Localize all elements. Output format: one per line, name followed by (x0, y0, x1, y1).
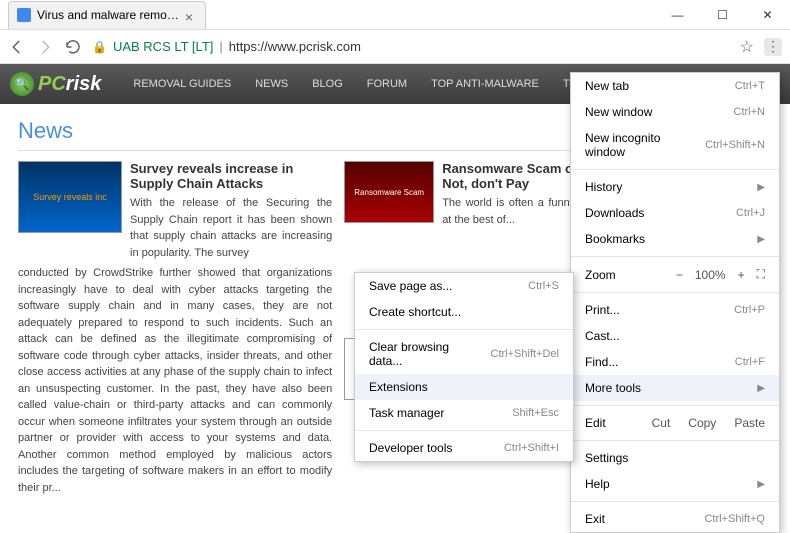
tab-favicon (17, 8, 31, 22)
fullscreen-icon[interactable]: ⛶ (757, 267, 765, 282)
menu-separator (571, 292, 779, 293)
url-input[interactable]: 🔒 UAB RCS LT [LT] | https://www.pcrisk.c… (92, 39, 730, 54)
menu-separator (571, 256, 779, 257)
url-secure-label: UAB RCS LT [LT] (113, 39, 213, 54)
menu-cast[interactable]: Cast... (571, 323, 779, 349)
nav-top-anti-malware[interactable]: TOP ANTI-MALWARE (419, 78, 551, 90)
zoom-out-button[interactable]: − (676, 268, 683, 282)
article-thumb[interactable]: Survey reveals inc (18, 161, 122, 233)
menu-separator (571, 501, 779, 502)
menu-settings[interactable]: Settings (571, 445, 779, 471)
chevron-right-icon: ▶ (757, 234, 765, 245)
back-icon[interactable] (8, 38, 26, 56)
menu-history[interactable]: History▶ (571, 174, 779, 200)
nav-blog[interactable]: BLOG (300, 78, 355, 90)
close-button[interactable]: ✕ (745, 0, 790, 30)
url-text: https://www.pcrisk.com (229, 39, 361, 54)
article-body: conducted by CrowdStrike further showed … (18, 265, 332, 496)
site-logo[interactable]: 🔍 PCrisk (10, 72, 101, 96)
menu-exit[interactable]: ExitCtrl+Shift+Q (571, 506, 779, 532)
article-supply-chain: Survey reveals inc Survey reveals increa… (18, 161, 332, 496)
chevron-right-icon: ▶ (757, 383, 765, 394)
zoom-value: 100% (695, 268, 726, 282)
cut-button[interactable]: Cut (652, 416, 671, 430)
section-title: News (18, 118, 606, 151)
copy-button[interactable]: Copy (688, 416, 716, 430)
menu-new-tab[interactable]: New tabCtrl+T (571, 73, 779, 99)
zoom-label: Zoom (585, 268, 616, 282)
magnifier-icon: 🔍 (10, 72, 34, 96)
submenu-task-manager[interactable]: Task managerShift+Esc (355, 400, 573, 426)
lock-icon: 🔒 (92, 40, 107, 54)
paste-button[interactable]: Paste (734, 416, 765, 430)
article-lead: With the release of the Securing the Sup… (130, 195, 332, 261)
forward-icon[interactable] (36, 38, 54, 56)
logo-pc: PC (38, 73, 66, 95)
tab-title: Virus and malware remo… (37, 8, 179, 22)
submenu-save-page[interactable]: Save page as...Ctrl+S (355, 273, 573, 299)
chevron-right-icon: ▶ (757, 182, 765, 193)
article-thumb[interactable]: Ransomware Scam (344, 161, 434, 223)
browser-menu-button[interactable]: ⋮ (764, 38, 782, 56)
minimize-button[interactable]: — (655, 0, 700, 30)
window-controls: — ☐ ✕ (655, 0, 790, 30)
nav-removal-guides[interactable]: REMOVAL GUIDES (121, 78, 243, 90)
submenu-clear-data[interactable]: Clear browsing data...Ctrl+Shift+Del (355, 334, 573, 374)
menu-help[interactable]: Help▶ (571, 471, 779, 497)
menu-separator (571, 169, 779, 170)
window-titlebar: Virus and malware remo… × — ☐ ✕ (0, 0, 790, 30)
menu-separator (571, 440, 779, 441)
close-tab-icon[interactable]: × (185, 9, 197, 21)
article-ransomware: Ransomware Scam Ransomware Scam or Not, … (344, 161, 606, 228)
menu-edit-row: Edit Cut Copy Paste (571, 410, 779, 436)
menu-separator (355, 430, 573, 431)
browser-tab[interactable]: Virus and malware remo… × (8, 1, 206, 29)
reload-icon[interactable] (64, 38, 82, 56)
chevron-right-icon: ▶ (757, 479, 765, 490)
menu-downloads[interactable]: DownloadsCtrl+J (571, 200, 779, 226)
menu-separator (355, 329, 573, 330)
submenu-create-shortcut[interactable]: Create shortcut... (355, 299, 573, 325)
edit-label: Edit (585, 416, 606, 430)
submenu-developer-tools[interactable]: Developer toolsCtrl+Shift+I (355, 435, 573, 461)
menu-incognito[interactable]: New incognito windowCtrl+Shift+N (571, 125, 779, 165)
menu-separator (571, 405, 779, 406)
menu-zoom-row: Zoom − 100% + ⛶ (571, 261, 779, 288)
submenu-extensions[interactable]: Extensions (355, 374, 573, 400)
menu-find[interactable]: Find...Ctrl+F (571, 349, 779, 375)
nav-forum[interactable]: FORUM (355, 78, 419, 90)
article-title[interactable]: Survey reveals increase in Supply Chain … (130, 161, 332, 191)
zoom-in-button[interactable]: + (738, 268, 745, 282)
menu-print[interactable]: Print...Ctrl+P (571, 297, 779, 323)
chrome-main-menu: New tabCtrl+T New windowCtrl+N New incog… (570, 72, 780, 533)
logo-risk: risk (66, 73, 102, 95)
nav-news[interactable]: NEWS (243, 78, 300, 90)
maximize-button[interactable]: ☐ (700, 0, 745, 30)
bookmark-star-icon[interactable]: ☆ (740, 37, 754, 57)
menu-new-window[interactable]: New windowCtrl+N (571, 99, 779, 125)
menu-more-tools[interactable]: More tools▶ (571, 375, 779, 401)
address-bar: 🔒 UAB RCS LT [LT] | https://www.pcrisk.c… (0, 30, 790, 64)
menu-bookmarks[interactable]: Bookmarks▶ (571, 226, 779, 252)
more-tools-submenu: Save page as...Ctrl+S Create shortcut...… (354, 272, 574, 462)
